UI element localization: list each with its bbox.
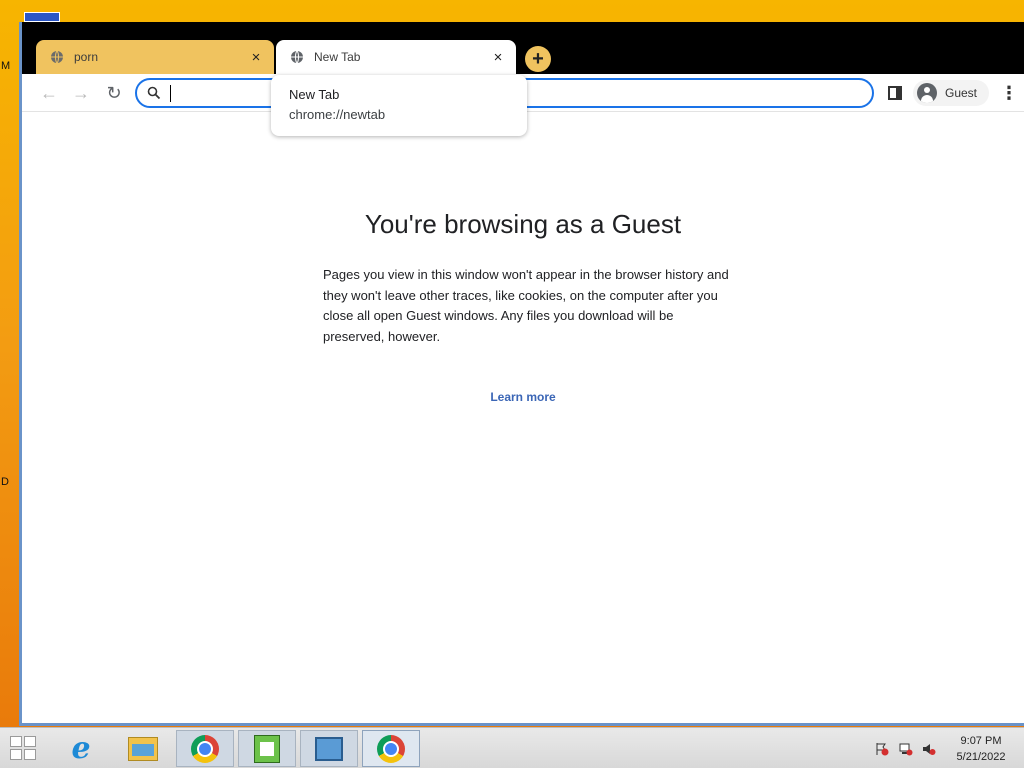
tab-strip: porn × New Tab × + (22, 22, 1024, 74)
browser-window: porn × New Tab × + ← → ↻ Guest ⋮ New Tab… (19, 22, 1024, 726)
text-cursor (170, 85, 171, 102)
tab-title: New Tab (314, 50, 361, 64)
chrome-icon[interactable] (362, 730, 420, 767)
start-icon[interactable] (10, 736, 38, 762)
notepad-plus-plus-icon[interactable] (238, 730, 296, 767)
network-icon[interactable] (899, 742, 913, 756)
volume-muted-icon[interactable] (922, 742, 936, 756)
profile-label: Guest (945, 86, 978, 100)
forward-button[interactable]: → (70, 82, 92, 104)
hover-card-url: chrome://newtab (289, 107, 386, 122)
reload-button[interactable]: ↻ (103, 82, 125, 104)
profile-button[interactable]: Guest (913, 80, 989, 106)
page-title: You're browsing as a Guest (364, 209, 682, 239)
action-center-flag-icon[interactable] (875, 742, 889, 756)
chrome-icon[interactable] (176, 730, 234, 767)
tab-hover-card: New Tab chrome://newtab (271, 75, 527, 136)
taskbar: e 9:07 PM 5/21/2022 (0, 727, 1024, 768)
globe-icon (290, 50, 304, 64)
hover-card-title: New Tab (289, 87, 340, 102)
avatar (917, 83, 937, 103)
desktop-letter: D (1, 476, 9, 488)
tab-new-tab[interactable]: New Tab × (276, 40, 516, 74)
internet-explorer-icon[interactable]: e (52, 730, 110, 767)
tab-title: porn (74, 50, 99, 64)
tab-porn[interactable]: porn × (36, 40, 274, 74)
clock-date: 5/21/2022 (956, 751, 1006, 763)
menu-button[interactable]: ⋮ (1000, 82, 1018, 104)
globe-icon (50, 50, 64, 64)
new-tab-button[interactable]: + (525, 46, 551, 72)
close-icon[interactable]: × (248, 49, 264, 66)
file-explorer-icon[interactable] (114, 730, 172, 767)
search-icon (147, 86, 161, 100)
page-content: You're browsing as a Guest Pages you vie… (22, 113, 1024, 723)
learn-more-link[interactable]: Learn more (22, 390, 1024, 404)
guest-description: Pages you view in this window won't appe… (323, 267, 729, 344)
close-icon[interactable]: × (490, 49, 506, 66)
back-button[interactable]: ← (38, 82, 60, 104)
desktop-letter: M (1, 60, 11, 72)
remote-desktop-icon[interactable] (300, 730, 358, 767)
side-panel-icon[interactable] (888, 86, 902, 100)
clock-time: 9:07 PM (960, 735, 1002, 747)
taskbar-clock[interactable]: 9:07 PM 5/21/2022 (942, 733, 1020, 765)
desktop-icon[interactable] (24, 12, 60, 22)
